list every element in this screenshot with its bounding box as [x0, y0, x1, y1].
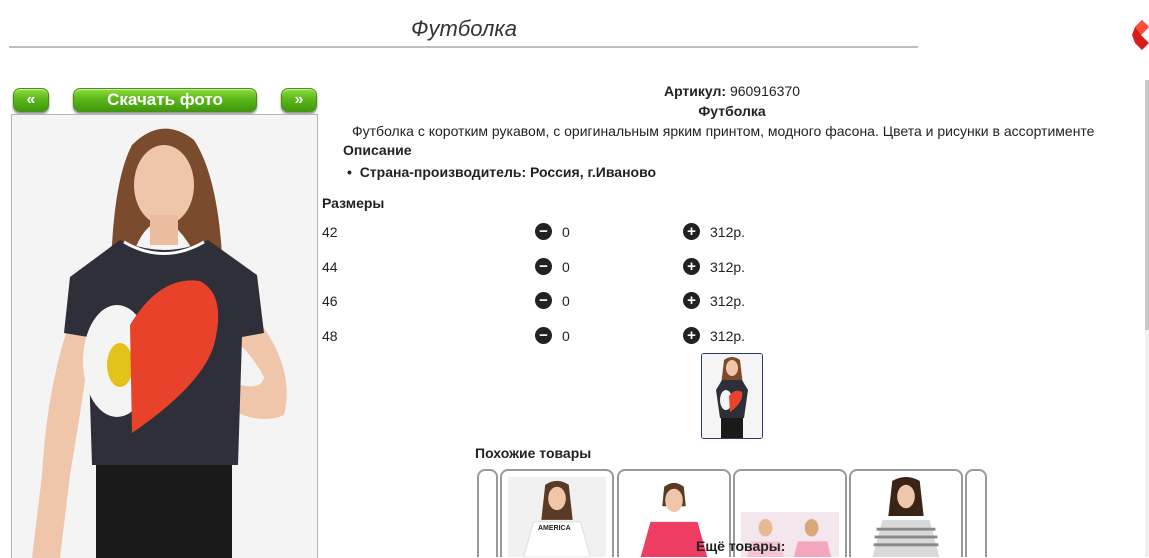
- title-divider: [9, 46, 918, 48]
- similar-product-card[interactable]: AMERICA: [500, 469, 614, 557]
- model-white-tee-image: [508, 477, 606, 557]
- product-description: Футболка с коротким рукавом, с оригиналь…: [352, 123, 1095, 139]
- model-striped-tee-image: [857, 477, 955, 557]
- qty-value: 0: [562, 259, 570, 275]
- next-photo-button[interactable]: »: [281, 88, 317, 112]
- page-title: Футболка: [411, 16, 517, 41]
- red-arrow-icon: [1132, 20, 1149, 50]
- increase-qty-icon[interactable]: +: [683, 292, 700, 309]
- sku-line: Артикул: 960916370: [320, 83, 1144, 99]
- prev-photo-button[interactable]: «: [13, 88, 49, 112]
- sku-value: 960916370: [729, 83, 801, 99]
- carousel-next-card[interactable]: [965, 469, 987, 557]
- product-name: Футболка: [698, 103, 766, 119]
- feature-text: Страна-производитель: Россия, г.Иваново: [359, 164, 657, 180]
- increase-qty-icon[interactable]: +: [683, 223, 700, 240]
- carousel-prev-card[interactable]: [477, 469, 498, 557]
- increase-qty-icon[interactable]: +: [683, 258, 700, 275]
- description-heading: Описание: [343, 142, 412, 158]
- main-product-photo[interactable]: [11, 114, 318, 558]
- bullet-icon: •: [347, 164, 360, 180]
- similar-product-card[interactable]: [849, 469, 963, 557]
- feature-list-item: • Страна-производитель: Россия, г.Иванов…: [347, 164, 656, 180]
- tee-print-text: AMERICA: [538, 525, 571, 532]
- size-label-48: 48: [322, 328, 338, 344]
- price: 312р.: [710, 293, 746, 309]
- size-label-44: 44: [322, 259, 338, 275]
- similar-product-image: AMERICA: [508, 477, 606, 557]
- increase-qty-icon[interactable]: +: [683, 327, 700, 344]
- download-photo-button[interactable]: Скачать фото: [73, 88, 257, 112]
- qty-value: 0: [562, 293, 570, 309]
- qty-value: 0: [562, 224, 570, 240]
- scrollbar-thumb[interactable]: [1145, 80, 1149, 330]
- size-label-42: 42: [322, 224, 338, 240]
- similar-products-heading: Похожие товары: [475, 445, 592, 461]
- photo-thumbnail[interactable]: [701, 353, 763, 439]
- decrease-qty-icon[interactable]: −: [535, 223, 552, 240]
- more-products-heading: Ещё товары:: [696, 538, 786, 554]
- sizes-heading: Размеры: [322, 195, 385, 211]
- thumbnail-image: [702, 354, 762, 438]
- decrease-qty-icon[interactable]: −: [535, 292, 552, 309]
- size-label-46: 46: [322, 293, 338, 309]
- decrease-qty-icon[interactable]: −: [535, 327, 552, 344]
- qty-value: 0: [562, 328, 570, 344]
- price: 312р.: [710, 328, 746, 344]
- similar-product-image: [857, 477, 955, 557]
- model-tshirt-illustration: [12, 115, 317, 558]
- sku-label: Артикул:: [663, 83, 727, 99]
- price: 312р.: [710, 224, 746, 240]
- price: 312р.: [710, 259, 746, 275]
- decrease-qty-icon[interactable]: −: [535, 258, 552, 275]
